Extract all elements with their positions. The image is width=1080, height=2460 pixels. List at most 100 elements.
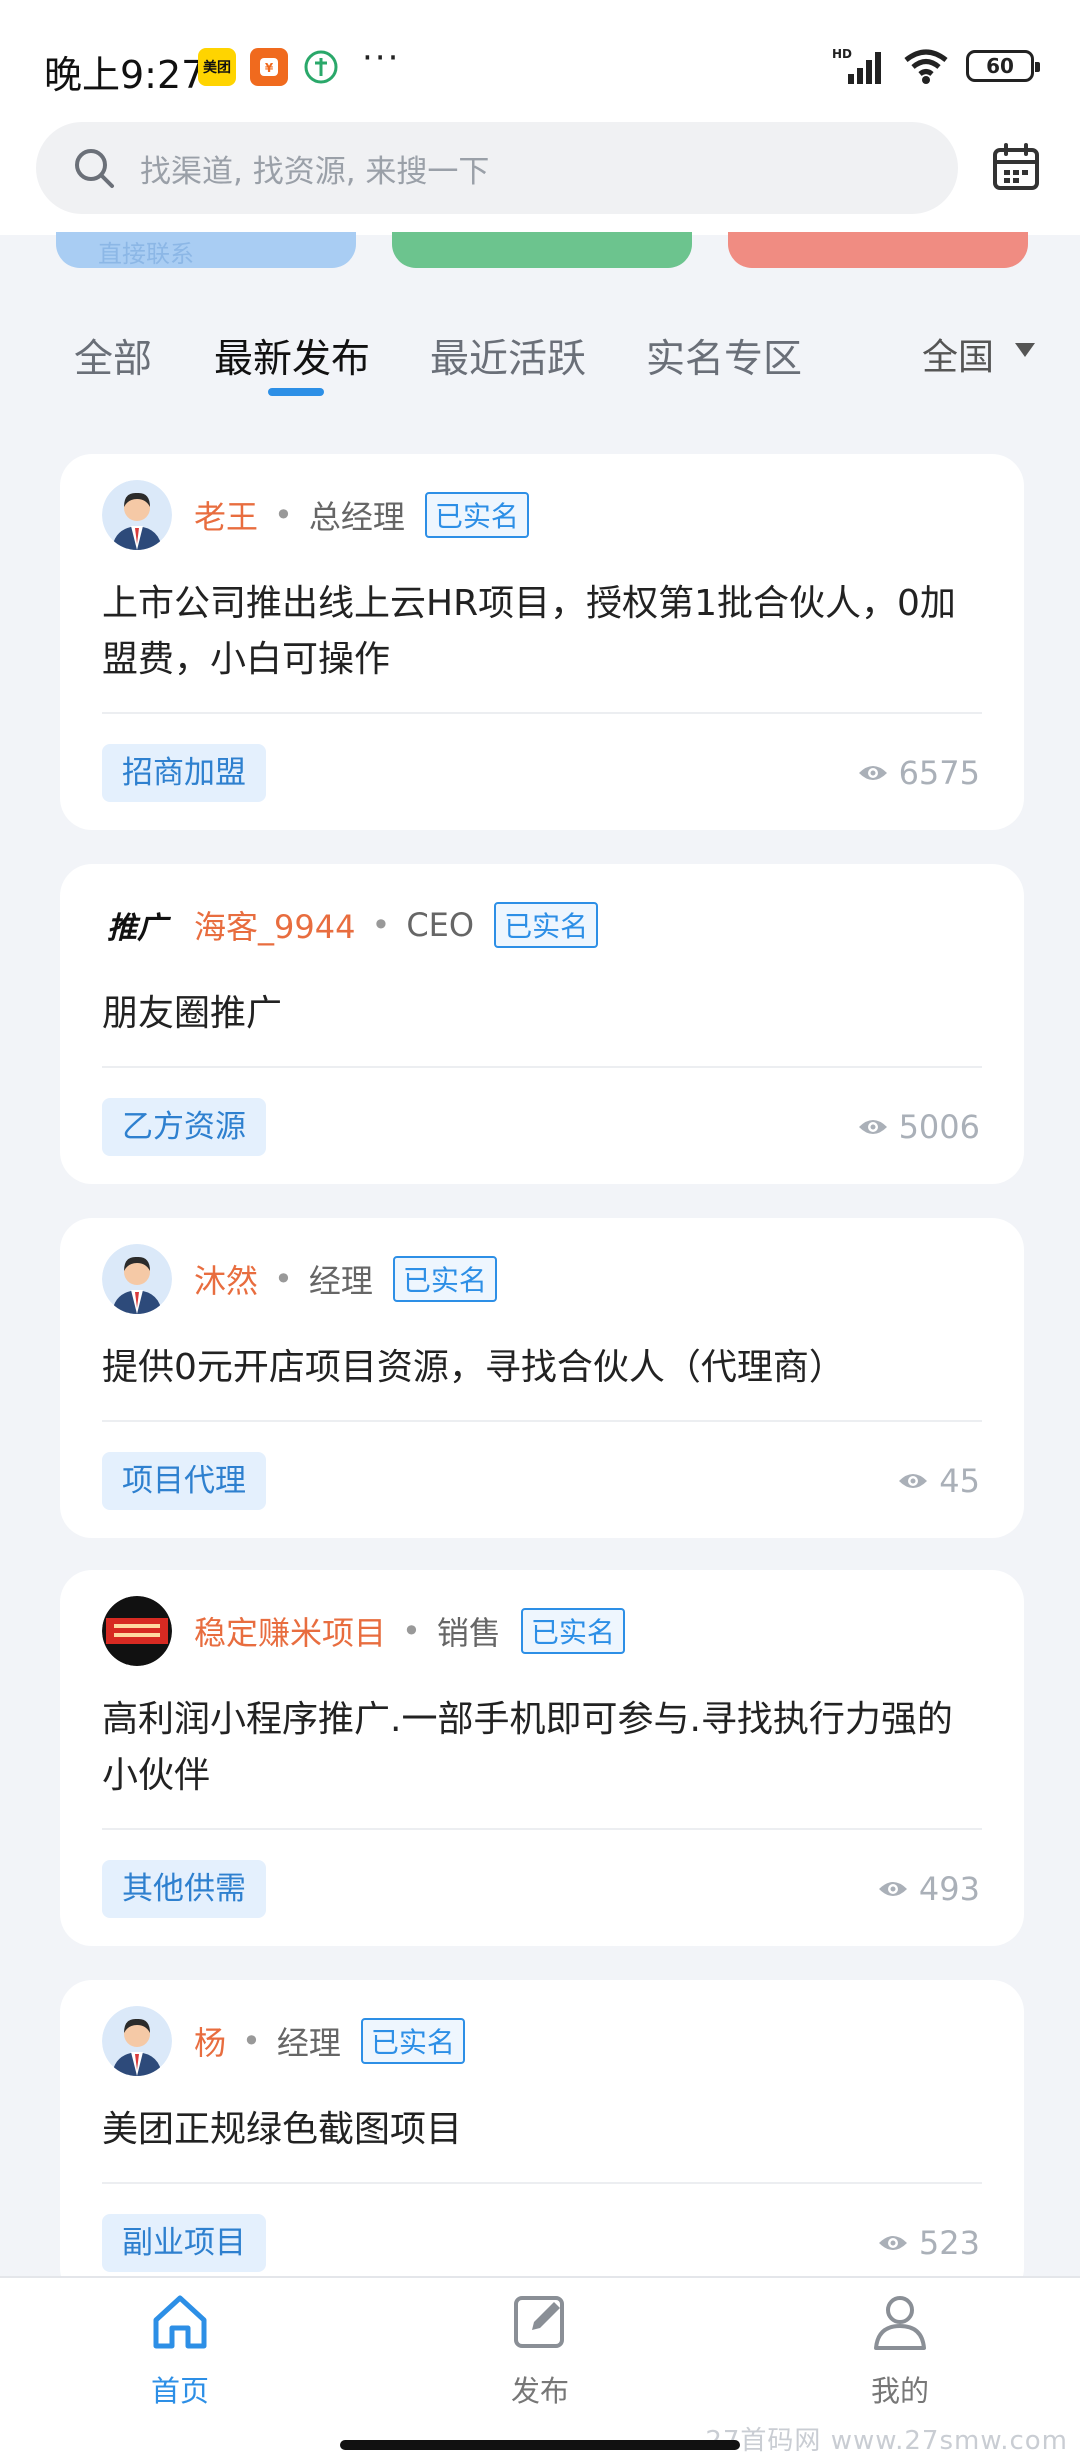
filter-tabs: 全部 最新发布 最近活跃 实名专区 全国 [0,318,1080,408]
banner-label: 直接联系 [98,240,194,268]
verified-badge: 已实名 [360,2018,465,2064]
divider [102,2182,982,2184]
nav-home-label: 首页 [150,2374,209,2408]
eye-icon [878,2236,907,2250]
divider [102,712,982,714]
search-placeholder: 找渠道, 找资源, 来搜一下 [140,154,490,190]
view-count: 5006 [857,1098,980,1156]
post-title[interactable]: 高利润小程序推广.一部手机即可参与.寻找执行力强的小伙伴 [102,1692,982,1804]
search-icon [75,149,114,188]
verified-badge: 已实名 [424,492,529,538]
calendar-icon[interactable] [990,142,1042,194]
post-author-role: 经理 [276,2024,341,2062]
post-header: 沐然 • 经理 已实名 [102,1244,497,1314]
view-count-value: 493 [918,1870,980,1908]
tab-verified[interactable]: 实名专区 [646,328,802,384]
system-indicators: HD 60 [832,46,1040,86]
tab-latest[interactable]: 最新发布 [214,328,370,384]
post-header: 杨 • 经理 已实名 [102,2006,465,2076]
view-count: 523 [877,2214,980,2272]
nav-home[interactable]: 首页 [80,2278,280,2418]
view-count-value: 6575 [898,754,980,792]
user-icon [874,2296,926,2350]
view-count: 45 [897,1452,980,1510]
svg-text:¥: ¥ [265,61,274,75]
nav-publish[interactable]: 发布 [440,2278,640,2418]
post-title[interactable]: 朋友圈推广 [102,986,982,1042]
post-header: 推广 海客_9944 • CEO 已实名 [102,890,599,960]
eye-icon [878,1882,907,1896]
separator-dot: • [274,1260,293,1298]
status-time: 晚上9:27 [44,53,206,97]
banner-card-blue[interactable]: 直接联系 [56,232,356,268]
svg-text:HD: HD [832,47,852,61]
verified-badge: 已实名 [494,902,599,948]
nav-publish-label: 发布 [510,2374,569,2408]
post-author-role: CEO [406,906,475,944]
post-card[interactable]: 推广 海客_9944 • CEO 已实名 朋友圈推广 乙方资源 5006 [60,864,1024,1184]
post-title[interactable]: 上市公司推出线上云HR项目，授权第1批合伙人，0加盟费，小白可操作 [102,576,982,688]
more-notifications-icon: ··· [362,38,401,78]
post-title[interactable]: 美团正规绿色截图项目 [102,2102,982,2158]
avatar[interactable] [102,1244,172,1314]
post-author[interactable]: 海客_9944 [194,902,355,948]
post-title[interactable]: 提供0元开店项目资源，寻找合伙人（代理商） [102,1340,982,1396]
avatar[interactable]: 推广 [102,890,172,960]
tab-all[interactable]: 全部 [74,328,152,384]
separator-dot: • [242,2022,261,2060]
post-card[interactable]: 沐然 • 经理 已实名 提供0元开店项目资源，寻找合伙人（代理商） 项目代理 4… [60,1218,1024,1538]
view-count-value: 523 [918,2224,980,2262]
post-author[interactable]: 沐然 [194,1256,258,1302]
eye-icon [858,1120,887,1134]
nav-me[interactable]: 我的 [800,2278,1000,2418]
separator-dot: • [371,906,391,944]
post-category-tag[interactable]: 招商加盟 [102,744,266,802]
view-count: 493 [877,1860,980,1918]
avatar-text: 推广 [107,911,167,946]
post-author[interactable]: 稳定赚米项目 [194,1608,386,1654]
verified-badge: 已实名 [392,1256,497,1302]
edit-icon [514,2296,564,2348]
post-card[interactable]: 杨 • 经理 已实名 美团正规绿色截图项目 副业项目 523 [60,1980,1024,2300]
separator-dot: • [274,496,293,534]
dropdown-arrow-icon[interactable] [1014,342,1036,358]
region-selector[interactable]: 全国 [922,328,994,380]
banner-card-red[interactable] [728,232,1028,268]
avatar[interactable] [102,2006,172,2076]
green-app-icon [302,48,340,86]
post-category-tag[interactable]: 其他供需 [102,1860,266,1918]
divider [102,1066,982,1068]
view-count-value: 45 [939,1462,980,1500]
meituan-app-icon: 美团 [198,48,236,86]
post-author-role: 销售 [436,1614,501,1652]
post-header: 老王 • 总经理 已实名 [102,480,529,550]
post-category-tag[interactable]: 副业项目 [102,2214,266,2272]
post-author-role: 经理 [308,1262,373,1300]
eye-icon [858,766,887,780]
active-tab-indicator [268,388,324,396]
eye-icon [899,1474,928,1488]
verified-badge: 已实名 [520,1608,625,1654]
nav-me-label: 我的 [870,2374,929,2408]
battery-icon: 60 [966,50,1040,82]
watermark: 27首码网 www.27smw.com [705,2426,1068,2456]
post-category-tag[interactable]: 项目代理 [102,1452,266,1510]
post-card[interactable]: 稳定赚米项目 • 销售 已实名 高利润小程序推广.一部手机即可参与.寻找执行力强… [60,1570,1024,1946]
avatar[interactable] [102,1596,172,1666]
wifi-icon [904,49,948,84]
banner-card-green[interactable] [392,232,692,268]
avatar[interactable] [102,480,172,550]
tab-active[interactable]: 最近活跃 [430,328,586,384]
post-category-tag[interactable]: 乙方资源 [102,1098,266,1156]
post-card[interactable]: 老王 • 总经理 已实名 上市公司推出线上云HR项目，授权第1批合伙人，0加盟费… [60,454,1024,830]
home-icon [153,2295,207,2349]
post-author[interactable]: 老王 [194,492,258,538]
gesture-home-bar[interactable] [340,2440,740,2450]
divider [102,1828,982,1830]
post-author[interactable]: 杨 [194,2018,226,2064]
top-header: 晚上9:27 美团 ¥ ··· HD 60 找渠道, 找资源, 来搜一下 [0,0,1080,235]
post-author-role: 总经理 [308,498,405,536]
view-count: 6575 [857,744,980,802]
post-header: 稳定赚米项目 • 销售 已实名 [102,1596,625,1666]
search-bar[interactable]: 找渠道, 找资源, 来搜一下 [36,122,958,214]
